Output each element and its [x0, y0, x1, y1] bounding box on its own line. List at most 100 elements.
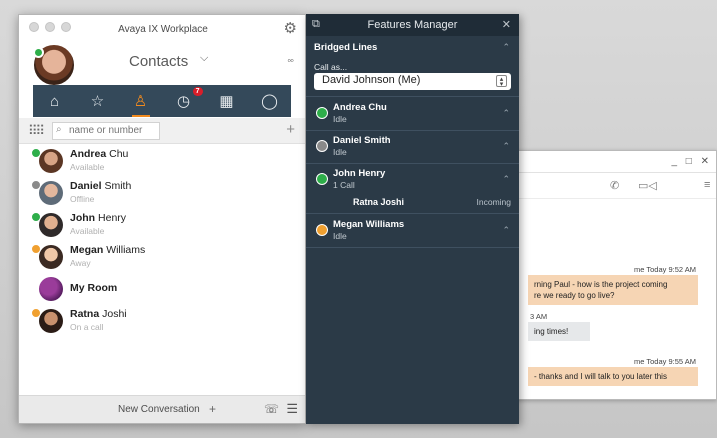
line-name: John Henry [333, 168, 386, 179]
presence-dot [31, 308, 41, 318]
phone-icon[interactable]: ✆ [610, 179, 619, 192]
contact-status: On a call [70, 322, 104, 332]
line-name: Megan Williams [333, 219, 405, 230]
desk-phone-icon[interactable]: ☏ [264, 402, 279, 416]
call-state: Incoming [476, 197, 512, 207]
badge-count: 7 [192, 87, 203, 96]
message-bubble-in: ing times! [528, 322, 590, 341]
search-box[interactable]: ⌕ [52, 122, 160, 140]
message-timestamp: 3 AM [530, 312, 548, 321]
close-icon[interactable]: ✕ [502, 18, 511, 31]
more-icon[interactable]: ≡ [704, 179, 710, 191]
call-as-select[interactable]: David Johnson (Me) ▴ ▾ [314, 73, 511, 90]
line-status: Idle [333, 147, 347, 157]
bridged-line-item[interactable]: Daniel Smith Idle ⌃ [306, 130, 519, 162]
presence-dot [31, 148, 41, 158]
list-item[interactable]: My Room [19, 273, 305, 305]
dialpad-icon[interactable]: ⠿⠿ [28, 123, 45, 139]
window-header: Avaya IX Workplace ⚙ Contacts ⌵ ◦◦ [19, 15, 305, 87]
list-item[interactable]: Ratna Joshi On a call [19, 305, 305, 337]
presence-dot [316, 140, 328, 152]
contact-status: Available [70, 226, 105, 236]
search-input[interactable] [69, 125, 157, 136]
sub-call-row[interactable]: Ratna Joshi Incoming [306, 195, 519, 211]
line-status: Idle [333, 231, 347, 241]
plus-icon[interactable]: + [209, 402, 216, 416]
caller-name: Ratna Joshi [353, 197, 405, 207]
presence-dot [31, 180, 41, 190]
contact-status: Away [70, 258, 91, 268]
divider [306, 247, 519, 248]
list-item[interactable]: Megan Williams Away [19, 241, 305, 273]
section-title: Bridged Lines [314, 42, 378, 53]
presence-dot [316, 224, 328, 236]
call-as-label: Call as... [314, 62, 348, 72]
chat-icon[interactable]: ◯ [258, 92, 282, 110]
section-header[interactable]: Bridged Lines ⌃ [306, 36, 519, 56]
video-icon[interactable]: ▭◁ [638, 179, 657, 192]
gear-icon[interactable]: ⚙ [284, 19, 297, 37]
chevron-up-icon[interactable]: ⌃ [502, 174, 510, 185]
chevron-up-icon[interactable]: ⌃ [502, 225, 510, 236]
message-bubble-out: - thanks and I will talk to you later th… [528, 367, 698, 386]
presence-dot [316, 173, 328, 185]
home-icon[interactable]: ⌂ [43, 93, 67, 110]
room-name: My Room [70, 282, 118, 294]
chat-toolbar: ✆ ▭◁ ≡ [506, 173, 716, 199]
message-bubble-out: rning Paul - how is the project coming r… [528, 275, 698, 305]
nav-bar: ⌂ ☆ ♙ ◷ 7 ▦ ◯ [33, 85, 291, 117]
line-status: 1 Call [333, 180, 355, 190]
contact-status: Offline [70, 194, 95, 204]
app-title: Avaya IX Workplace [118, 24, 208, 35]
chevron-up-icon[interactable]: ⌃ [502, 42, 510, 53]
page-title[interactable]: Contacts [129, 53, 188, 70]
contact-list: Andrea Chu Available Daniel Smith Offlin… [19, 145, 305, 337]
message-timestamp: me Today 9:52 AM [634, 265, 696, 274]
contacts-icon[interactable]: ♙ [129, 92, 153, 117]
line-name: Daniel Smith [333, 135, 391, 146]
avatar [39, 245, 63, 269]
select-arrows-icon: ▴ ▾ [496, 75, 507, 88]
contact-status: Available [70, 162, 105, 172]
chat-window: _ □ ✕ ✆ ▭◁ ≡ me Today 9:52 AM rning Paul… [505, 150, 717, 400]
chevron-up-icon[interactable]: ⌃ [502, 141, 510, 152]
avatar [39, 309, 63, 333]
avatar [39, 213, 63, 237]
list-icon[interactable]: ☰ [286, 401, 298, 417]
contact-name: Andrea Chu [70, 148, 129, 160]
chat-titlebar: _ □ ✕ [506, 151, 716, 173]
panel-title: Features Manager [367, 19, 458, 31]
search-icon: ⌕ [56, 124, 62, 135]
presence-dot [31, 212, 41, 222]
bridged-line-item[interactable]: Andrea Chu Idle ⌃ [306, 97, 519, 129]
search-row: ⠿⠿ ⌕ + [19, 118, 305, 144]
list-item[interactable]: John Henry Available [19, 209, 305, 241]
presence-dot [31, 244, 41, 254]
history-icon[interactable]: ◷ 7 [172, 87, 203, 110]
message-timestamp: me Today 9:55 AM [634, 357, 696, 366]
calendar-icon[interactable]: ▦ [215, 92, 239, 110]
contact-name: Ratna Joshi [70, 308, 127, 320]
line-status: Idle [333, 114, 347, 124]
presence-dot [316, 107, 328, 119]
new-conversation-button[interactable]: New Conversation [118, 404, 200, 415]
list-item[interactable]: Andrea Chu Available [19, 145, 305, 177]
room-icon [39, 277, 63, 301]
window-controls[interactable]: _ □ ✕ [671, 156, 712, 167]
star-icon[interactable]: ☆ [86, 92, 110, 110]
features-manager-panel: ⧉ Features Manager ✕ Bridged Lines ⌃ Cal… [306, 14, 519, 424]
add-contact-icon[interactable]: + [286, 121, 295, 138]
bridged-line-item[interactable]: Megan Williams Idle ⌃ [306, 214, 519, 246]
contacts-window: Avaya IX Workplace ⚙ Contacts ⌵ ◦◦ ⌂ ☆ ♙… [18, 14, 306, 424]
contact-name: Daniel Smith [70, 180, 132, 192]
avatar [39, 181, 63, 205]
presence-dot [33, 47, 44, 58]
chevron-down-icon[interactable]: ⌵ [200, 52, 208, 65]
voicemail-icon[interactable]: ◦◦ [287, 55, 294, 67]
list-item[interactable]: Daniel Smith Offline [19, 177, 305, 209]
chevron-up-icon[interactable]: ⌃ [502, 108, 510, 119]
call-as-value: David Johnson (Me) [322, 74, 421, 86]
bridged-line-item[interactable]: John Henry 1 Call ⌃ [306, 163, 519, 195]
features-titlebar: ⧉ Features Manager ✕ [306, 14, 519, 36]
bottom-bar: New Conversation + ☏ ☰ [19, 395, 305, 423]
